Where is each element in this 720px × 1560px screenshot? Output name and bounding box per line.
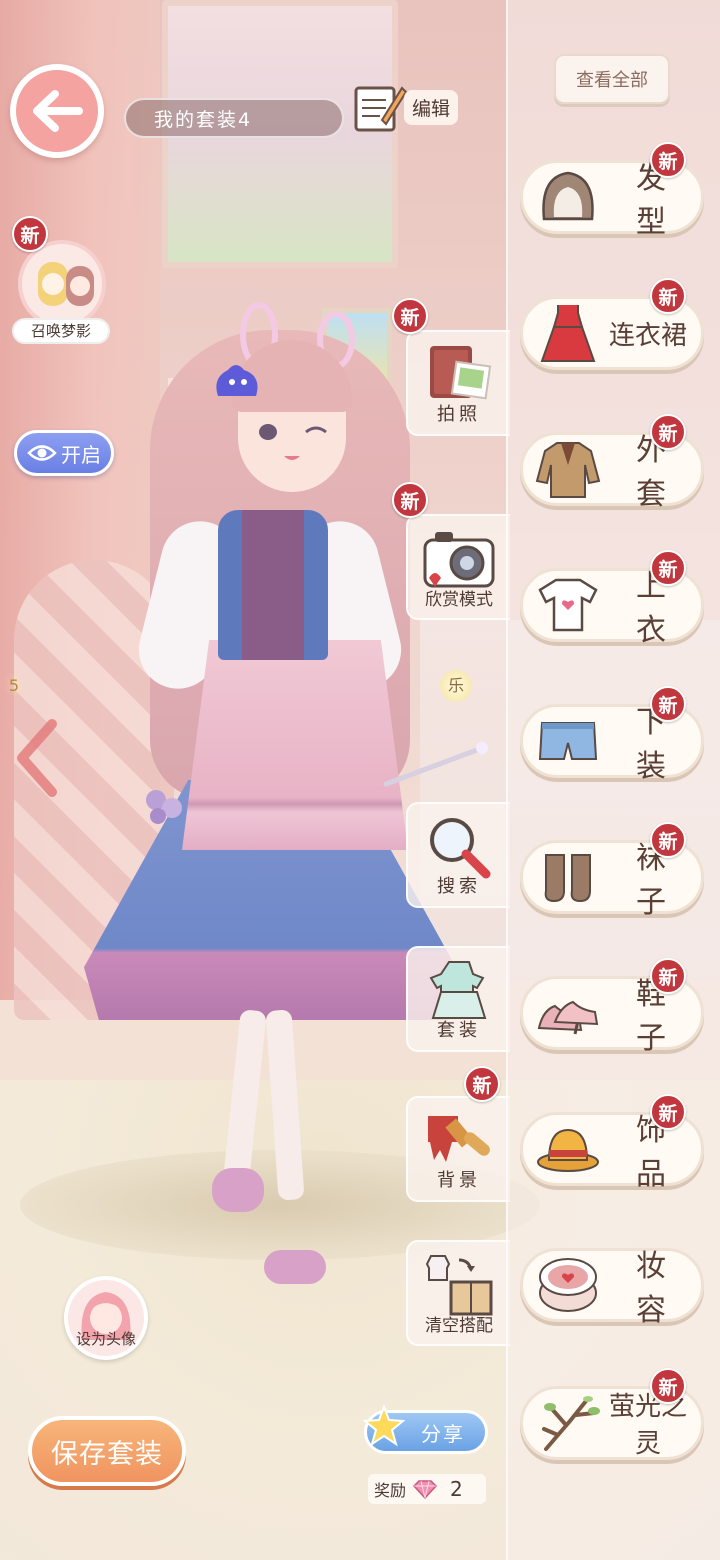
clear-outfit-box-icon [425,1255,493,1316]
summon-label: 召唤梦影 [12,318,110,344]
reward-label: 奖励 [374,1481,407,1500]
share-label: 分享 [421,1421,465,1446]
tool-appreciation-mode-button[interactable]: 欣赏模式 [406,514,510,620]
share-reward-info: 奖励 2 [368,1474,486,1504]
summon-dream-shadow-button[interactable]: 召唤梦影 [12,240,110,344]
outfit-set-icon [429,961,487,1019]
character-apron [182,640,408,850]
branch-icon [542,1396,600,1451]
edit-label: 编辑 [404,89,459,125]
dress-icon [540,305,596,362]
star-sparkle-icon [362,1404,406,1447]
character-shoe-left [212,1168,264,1212]
tool-photo-button[interactable]: 拍照 [406,330,510,436]
scroll-left-arrow-icon[interactable] [8,716,68,800]
share-button[interactable]: 分享 [362,1404,488,1454]
view-all-button[interactable]: 查看全部 [554,54,670,104]
magic-wand [383,742,488,787]
tool-appreciation-new-badge: 新 [392,482,428,518]
set-as-avatar-label: 设为头像 [75,1330,136,1348]
view-toggle-button[interactable]: 开启 [14,430,114,476]
makeup-compact-icon [539,1258,597,1312]
category-dress-new-badge: 新 [650,278,686,314]
category-shoes-new-badge: 新 [650,958,686,994]
shoes-icon [537,1000,599,1035]
shirt-icon [538,578,598,632]
socks-icon [544,854,591,903]
outfit-name-field[interactable]: 我的套装4 [124,98,344,138]
reward-count: 2 [450,1477,463,1501]
character-leg-left [223,1009,267,1181]
save-outfit-button[interactable]: 保存套装 [28,1416,186,1486]
back-arrow-icon [33,90,83,132]
summon-new-badge: 新 [12,216,48,252]
tool-photo-new-badge: 新 [392,298,428,334]
category-coat-new-badge: 新 [650,414,686,450]
tool-outfit-set-button[interactable]: 套装 [406,946,510,1052]
summon-avatar [18,240,106,328]
back-button[interactable] [10,64,104,158]
category-bottoms-new-badge: 新 [650,686,686,722]
save-outfit-label: 保存套装 [51,1438,163,1470]
summon-characters-icon [38,262,94,306]
character-eyes [259,424,327,460]
category-makeup-button[interactable]: 妆容 [520,1248,704,1328]
magnifier-icon [430,818,491,879]
edit-button[interactable]: 编辑 [352,80,462,134]
eye-icon [27,445,57,461]
coat-icon [535,442,601,498]
tool-search-button[interactable]: 搜索 [406,802,510,908]
camera-icon [423,532,495,588]
hairstyle-icon [542,171,594,221]
photo-album-icon [430,346,492,400]
shorts-icon [538,722,598,760]
category-socks-new-badge: 新 [650,822,686,858]
hat-icon [537,1128,599,1172]
view-all-label: 查看全部 [576,70,648,91]
category-firefly-spirit-label: 萤光之灵 [608,1392,687,1459]
blue-slime-hairclip [216,365,258,396]
category-dress-label: 连衣裙 [608,320,687,351]
pink-diamond-icon [412,1480,438,1499]
character-leg-right [265,1009,305,1201]
tool-clear-outfit-button[interactable]: 清空搭配 [406,1240,510,1346]
flower-bouquet [146,790,182,824]
category-firefly-spirit-new-badge: 新 [650,1368,686,1404]
category-accessories-new-badge: 新 [650,1094,686,1130]
outfit-name-text: 我的套装4 [154,108,253,131]
paint-brush-icon [428,1116,490,1162]
tool-background-button[interactable]: 背景 [406,1096,510,1202]
category-hairstyle-new-badge: 新 [650,142,686,178]
character-shoe-right [264,1250,326,1284]
character-bodice [218,510,328,660]
category-top-new-badge: 新 [650,550,686,586]
category-makeup-label: 妆容 [636,1249,680,1328]
toggle-label: 开启 [61,442,101,467]
tool-background-new-badge: 新 [464,1066,500,1102]
notepad-pencil-icon [354,86,408,132]
